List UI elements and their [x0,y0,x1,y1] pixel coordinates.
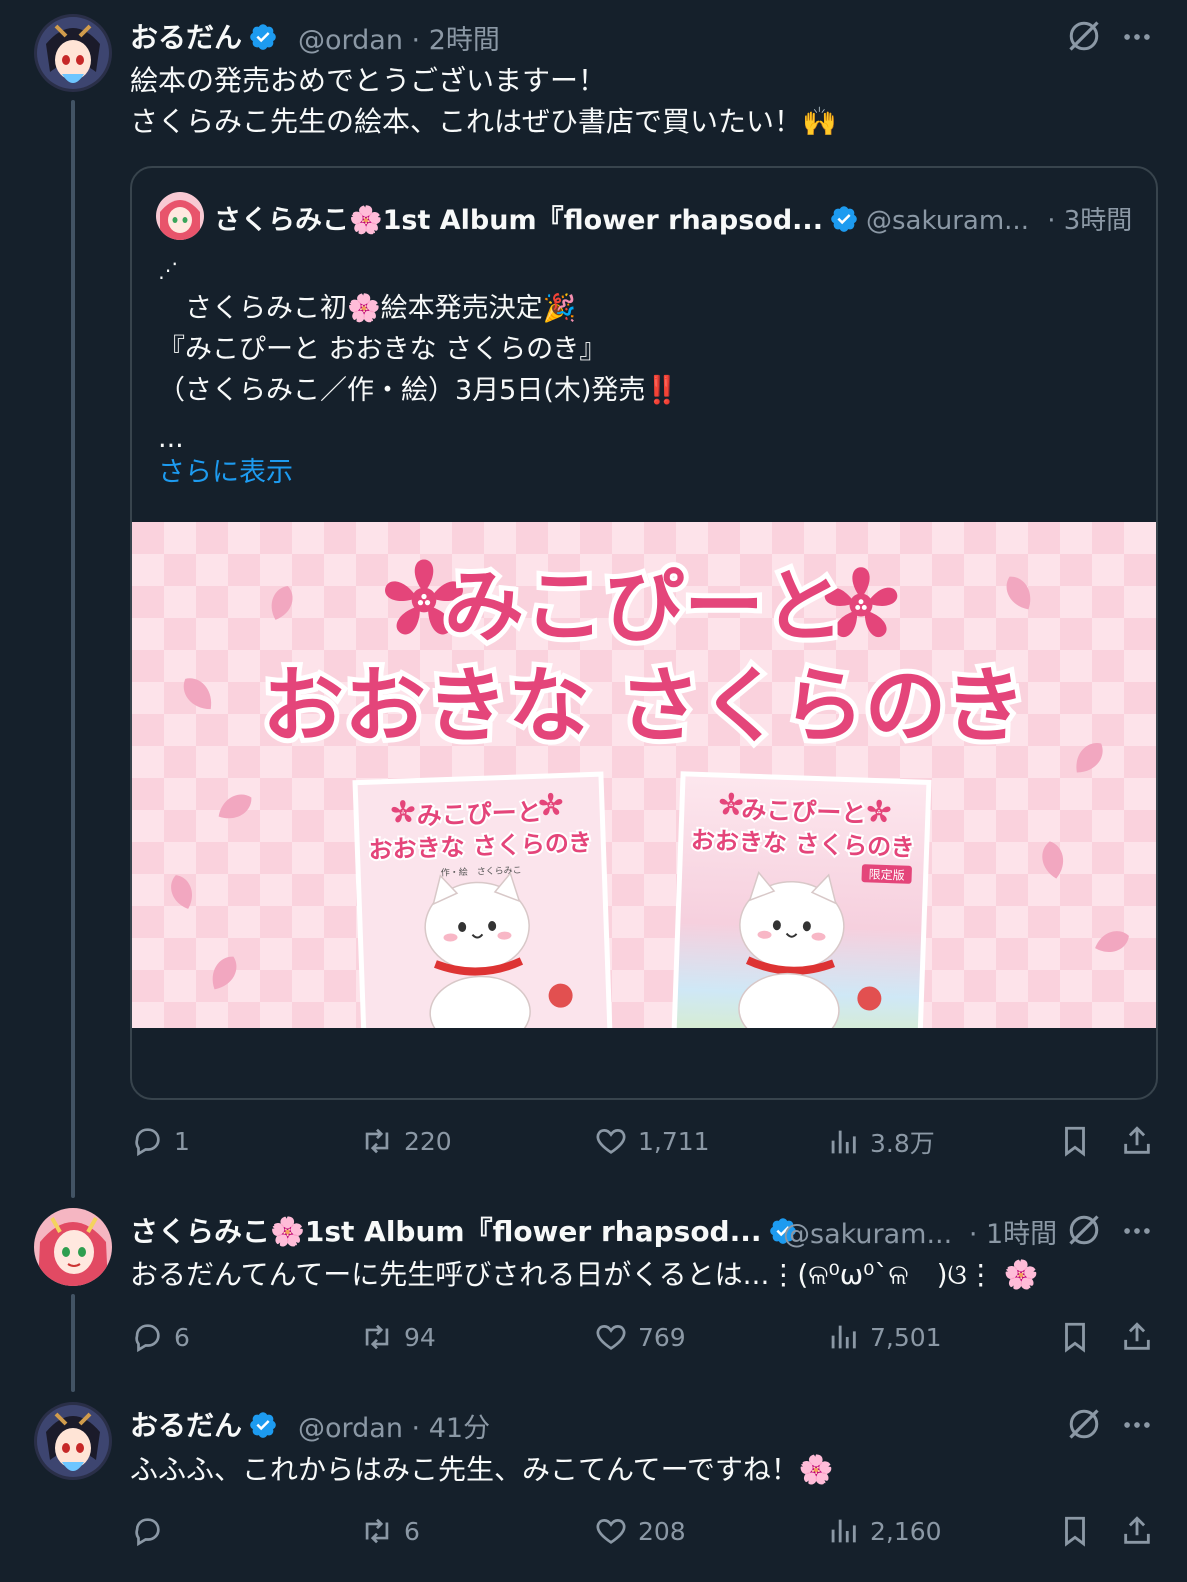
like-count: 1,711 [638,1126,710,1156]
views-count: 7,501 [870,1322,942,1352]
views-count: 2,160 [870,1516,942,1546]
quoted-avatar [156,192,204,240]
image-title-line-1: みこぴーと [444,560,844,653]
repost-count: 94 [404,1322,436,1352]
more-icon[interactable] [1120,1408,1154,1442]
timestamp[interactable]: · 41分 [412,1413,491,1444]
views-button[interactable]: 2,160 [826,1514,942,1548]
quoted-text-line-2: さくらみこ初🌸絵本発売決定🎉 [158,293,577,324]
more-icon[interactable] [1120,20,1154,54]
book-cover-standard: みこぴーと おおきな さくらのき 作・絵 さくらみこ [352,771,613,1028]
verified-badge-icon [248,22,278,52]
repost-icon [360,1124,394,1158]
views-button[interactable]: 7,501 [826,1320,942,1354]
grok-icon[interactable] [1066,1212,1102,1248]
handle[interactable]: @ordan [298,25,403,56]
like-button[interactable]: 208 [594,1514,686,1548]
views-count: 3.8万 [870,1129,935,1158]
verified-badge-icon [248,1410,278,1440]
quoted-image[interactable]: みこぴーと おおきな さくらのき みこぴーと おおきな さくらのき 作・絵 さく… [132,522,1156,1028]
like-button[interactable]: 769 [594,1320,686,1354]
reply-button[interactable]: 6 [130,1320,190,1354]
grok-icon[interactable] [1066,1406,1102,1442]
reply-button[interactable] [130,1514,174,1548]
post-text-line-1: 絵本の発売おめでとうございますー！ [130,64,607,97]
views-icon [826,1320,860,1354]
avatar[interactable] [34,1208,112,1286]
views-icon [826,1125,860,1159]
like-count: 208 [638,1516,686,1546]
quoted-post[interactable]: さくらみこ🌸1st Album『flower rhapsod... @sakur… [130,166,1158,1100]
display-name[interactable]: おるだん [130,1404,278,1444]
quoted-display-name: さくらみこ🌸1st Album『flower rhapsod... [214,198,859,237]
book-right-title-1: みこぴーと [741,795,867,828]
display-name[interactable]: さくらみこ🌸1st Album『flower rhapsod... [130,1210,798,1250]
repost-count: 220 [404,1126,452,1156]
handle[interactable]: @sakuram... [783,1219,952,1250]
post-text-line-2: さくらみこ先生の絵本、これはぜひ書店で買いたい！🙌 [130,105,837,138]
thread-connector-2 [71,1294,75,1392]
avatar[interactable] [34,1402,112,1480]
book-cover-limited: みこぴーと おおきな さくらのき 限定版 [671,771,932,1028]
reply-icon [130,1514,164,1548]
show-more-link[interactable]: さらに表示 [158,452,293,493]
reply-count: 1 [174,1126,190,1156]
bookmark-icon[interactable] [1058,1124,1092,1158]
avatar[interactable] [34,14,112,92]
repost-icon [360,1514,394,1548]
share-icon[interactable] [1120,1514,1154,1548]
repost-icon [360,1320,394,1354]
quoted-text-line-3: 『みこぴーと おおきな さくらのき』 [158,334,607,365]
repost-button[interactable]: 94 [360,1320,436,1354]
repost-count: 6 [404,1516,420,1546]
handle[interactable]: @ordan [298,1413,403,1444]
timestamp[interactable]: · 2時間 [412,25,500,56]
bookmark-icon[interactable] [1058,1320,1092,1354]
quoted-handle: @sakuram... [866,206,1029,236]
like-button[interactable]: 1,711 [594,1124,710,1158]
post-text: おるだんてんてーに先生呼びされる日がくるとは...⋮(ଳ⁰ω⁰`ଳ )ଓ⋮ 🌸 [130,1258,1039,1291]
reply-icon [130,1124,164,1158]
reply-count: 6 [174,1322,190,1352]
repost-button[interactable]: 6 [360,1514,420,1548]
post-text: ふふふ、これからはみこ先生、みこてんてーですね！🌸 [130,1453,834,1486]
thread-connector-1 [71,100,75,1198]
views-button[interactable]: 3.8万 [826,1124,935,1160]
repost-button[interactable]: 220 [360,1124,452,1158]
book-right-badge: 限定版 [868,866,905,882]
timestamp[interactable]: · 1時間 [969,1219,1057,1250]
like-count: 769 [638,1322,686,1352]
reply-icon [130,1320,164,1354]
grok-icon[interactable] [1066,18,1102,54]
quoted-text-line-4: （さくらみこ／作・絵）3月5日(木)発売‼️ [158,375,680,406]
book-left-title-1: みこぴーと [416,797,542,830]
like-icon [594,1514,628,1548]
share-icon[interactable] [1120,1320,1154,1354]
views-icon [826,1514,860,1548]
reply-button[interactable]: 1 [130,1124,190,1158]
quoted-timestamp: · 3時間 [1047,206,1133,236]
share-icon[interactable] [1120,1124,1154,1158]
like-icon [594,1124,628,1158]
verified-badge-icon [829,204,859,234]
display-name[interactable]: おるだん [130,16,278,56]
quoted-text-line-1: ⋰ [158,258,178,282]
like-icon [594,1320,628,1354]
bookmark-icon[interactable] [1058,1514,1092,1548]
image-title-line-2: おおきな さくらのき [262,659,1026,754]
more-icon[interactable] [1120,1214,1154,1248]
